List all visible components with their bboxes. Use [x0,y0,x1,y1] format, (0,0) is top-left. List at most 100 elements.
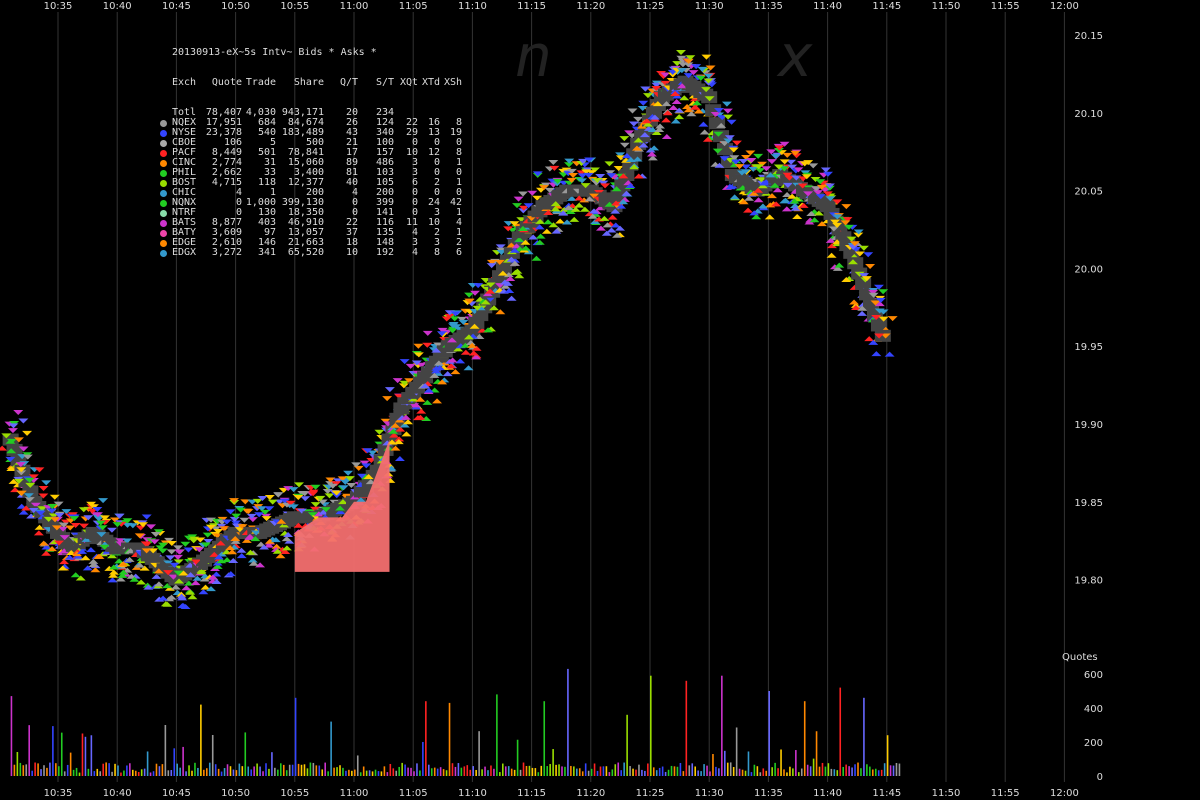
volume-bar [552,749,554,776]
volume-bar [111,771,113,776]
volume-bar [173,748,176,776]
volume-bar [422,741,424,776]
volume-bar [265,763,267,776]
x-tick-top: 11:25 [636,1,665,12]
ask-marker [353,465,364,471]
x-tick-bottom: 11:35 [754,788,783,799]
volume-bar [330,721,332,776]
ask-marker [146,524,157,530]
volume-bar [60,732,63,776]
volume-bar [170,770,173,776]
legend-header: Exch Quote Trade Share Q/T S/T XQt XTd XSh [172,78,462,88]
ask-marker [183,547,194,553]
bid-marker [236,553,247,559]
volume-bar [874,768,877,776]
volume-bar [762,768,765,776]
volume-bar [448,702,451,776]
volume-bar [120,772,122,776]
volume-bar [836,770,839,776]
quote-volume-bars [10,668,901,776]
ask-marker [722,108,733,114]
volume-bar [771,767,773,776]
bid-marker [247,557,258,563]
volume-bar [567,668,569,776]
bid-marker [512,268,523,274]
volume-bar [673,766,676,776]
bid-marker [661,117,672,123]
volume-bar [13,764,16,776]
volume-bar [481,769,483,776]
volume-bar [117,765,119,776]
bid-marker [670,118,681,124]
volume-bar [306,768,309,776]
ask-marker [633,116,644,122]
quote-box [6,443,23,456]
volume-chart-title: Quotes [1062,652,1098,663]
ask-marker [243,509,254,515]
volume-bar [229,766,232,776]
bid-marker [864,336,875,342]
ask-marker [721,101,732,107]
x-tick-top: 10:55 [280,1,309,12]
volume-bar [718,768,720,776]
volume-bar [679,762,682,776]
legend-cell: 3,272 [211,247,242,258]
volume-bar [407,767,409,776]
volume-bar [232,769,235,776]
volume-bar [510,768,513,776]
x-tick-bottom: 11:50 [932,788,961,799]
volume-bar [774,762,776,776]
ask-marker [141,514,152,520]
volume-bar [191,770,193,776]
bid-marker [432,398,443,404]
volume-bar [433,767,436,776]
x-tick-top: 12:00 [1050,1,1079,12]
y-tick: 20.15 [1074,31,1103,42]
x-tick-top: 11:05 [399,1,428,12]
volume-bar [277,769,279,776]
legend-cell: 6 [455,247,462,258]
bid-marker [85,547,96,553]
ask-marker [770,154,781,160]
volume-bar [126,765,128,776]
volume-bar [499,772,501,776]
volume-bar [203,769,205,776]
volume-bar [300,764,303,776]
volume-bar [179,767,181,776]
legend-cell: 341 [257,247,276,258]
ask-marker [675,49,686,55]
volume-bar [641,769,643,776]
x-tick-top: 11:40 [813,1,842,12]
volume-bar [549,764,551,776]
bid-marker [884,351,895,357]
x-tick-top: 10:40 [103,1,132,12]
volume-bar [398,766,400,776]
volume-bar [303,764,306,776]
volume-bar [380,771,383,776]
volume-bar [123,770,125,776]
volume-bar [25,764,28,776]
ask-marker [384,387,395,393]
volume-bar [815,731,818,776]
volume-bar [487,770,489,776]
y-tick: 19.95 [1074,342,1103,353]
y-tick: 20.00 [1074,264,1103,275]
volume-bar [632,768,634,776]
volume-bar [744,770,747,776]
volume-bar [451,763,454,776]
volume-bar [611,769,614,776]
ask-marker [41,480,52,486]
ask-marker [413,352,424,358]
volume-bar [682,771,685,776]
volume-bar [253,766,255,776]
volume-bar [208,762,211,776]
legend-swatch [160,139,167,147]
volume-bar [493,768,495,776]
ask-marker [619,136,630,142]
volume-bar [827,763,830,776]
legend-header-cell: XSh [443,77,462,88]
y-tick: 19.85 [1074,498,1103,509]
volume-bar [220,771,223,776]
volume-bar [336,767,338,776]
volume-bar [268,768,270,776]
